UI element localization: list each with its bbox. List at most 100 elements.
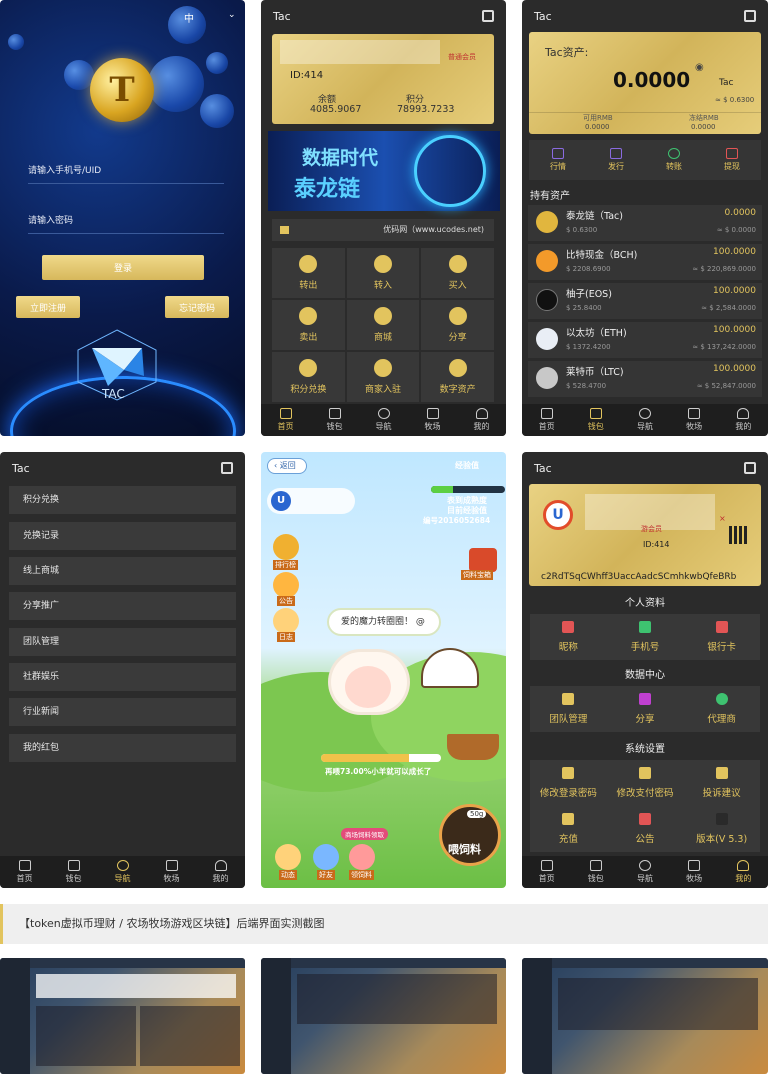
nav-ranch[interactable]: 牧场 [425, 408, 441, 432]
friends-label: 好友 [317, 870, 335, 880]
growth-bar [321, 754, 441, 762]
trophy-icon[interactable] [273, 534, 299, 560]
moments-icon[interactable] [275, 844, 301, 870]
nav-guide[interactable]: 导航 [376, 408, 392, 432]
menu-item[interactable]: 团队管理 [9, 628, 236, 656]
scan-icon[interactable] [482, 10, 494, 22]
language-selector[interactable]: 中 [184, 10, 194, 25]
asset-row[interactable]: 比特现金（BCH) $ 2208.6900 100.0000 ≈ $ 220,869.… [528, 244, 762, 280]
scan-icon[interactable] [744, 10, 756, 22]
scan-icon[interactable] [744, 462, 756, 474]
issue-button[interactable]: 发行 [608, 148, 624, 172]
eye-icon[interactable]: ◉ [695, 62, 704, 73]
asset-name: 莱特币（LTC) [566, 367, 624, 378]
nav-home[interactable]: 首页 [278, 408, 294, 432]
avail-label: 可用RMB [583, 114, 613, 122]
banner-line1: 数据时代 [302, 147, 379, 169]
password-input[interactable]: 请输入密码 [28, 210, 224, 234]
cell-label: 版本(V 5.3) [696, 834, 748, 845]
points-exchange-button[interactable]: 积分兑换 [272, 352, 345, 402]
login-button[interactable]: 登录 [42, 255, 204, 280]
announcement-button[interactable]: 公告 [607, 806, 684, 852]
nav-mine[interactable]: 我的 [735, 860, 751, 884]
share-button[interactable]: 分享 [607, 686, 684, 732]
megaphone-icon[interactable] [273, 572, 299, 598]
nav-wallet[interactable]: 钱包 [588, 408, 604, 432]
asset-row[interactable]: 以太坊（ETH) $ 1372.4200 100.0000 ≈ $ 137,242.0… [528, 322, 762, 358]
shield-icon [562, 767, 575, 779]
admin-list-thumbnail[interactable] [261, 958, 506, 1074]
nav-mine[interactable]: 我的 [474, 408, 490, 432]
change-login-password-button[interactable]: 修改登录密码 [530, 760, 607, 806]
version-button[interactable]: 版本(V 5.3) [683, 806, 760, 852]
nickname-button[interactable]: 昵称 [530, 614, 607, 660]
nav-ranch[interactable]: 牧场 [686, 860, 702, 884]
chain-link-icon [414, 135, 486, 207]
withdraw-button[interactable]: 提现 [724, 148, 740, 172]
trough-icon[interactable] [447, 734, 499, 760]
asset-row[interactable]: 泰龙链（Tac) $ 0.6300 0.0000 ≈ $ 0.0000 [528, 205, 762, 241]
market-button[interactable]: 行情 [550, 148, 566, 172]
nav-mine[interactable]: 我的 [213, 860, 229, 884]
digital-assets-button[interactable]: 数字资产 [421, 352, 494, 402]
get-feed-icon[interactable] [349, 844, 375, 870]
menu-item[interactable]: 我的红包 [9, 734, 236, 762]
wallet-address[interactable]: c2RdTSqCWhff3UaccAadcSCmhkwbQfeBRb [541, 572, 736, 582]
buy-button[interactable]: 买入 [421, 248, 494, 298]
chevron-down-icon[interactable]: ⌄ [228, 10, 236, 20]
nav-ranch[interactable]: 牧场 [164, 860, 180, 884]
back-label: 返回 [279, 461, 296, 470]
agent-button[interactable]: 代理商 [683, 686, 760, 732]
avatar[interactable]: U [543, 500, 573, 530]
menu-item[interactable]: 线上商城 [9, 557, 236, 585]
menu-item[interactable]: 社群娱乐 [9, 663, 236, 691]
change-pay-password-button[interactable]: 修改支付密码 [607, 760, 684, 806]
menu-item[interactable]: 分享推广 [9, 592, 236, 620]
notice-bar[interactable]: 优码网（www.ucodes.net) [272, 219, 494, 241]
menu-item[interactable]: 行业新闻 [9, 698, 236, 726]
forgot-password-button[interactable]: 忘记密码 [165, 296, 229, 318]
transfer-button[interactable]: 转账 [666, 148, 682, 172]
friends-icon[interactable] [313, 844, 339, 870]
qr-code-icon[interactable] [729, 526, 747, 544]
nav-wallet[interactable]: 钱包 [66, 860, 82, 884]
nav-ranch[interactable]: 牧场 [686, 408, 702, 432]
asset-row[interactable]: 柚子(EOS) $ 25.8400 100.0000 ≈ $ 2,584.0000 [528, 283, 762, 319]
share-button[interactable]: 分享 [421, 300, 494, 350]
nav-guide[interactable]: 导航 [637, 408, 653, 432]
phone-button[interactable]: 手机号 [607, 614, 684, 660]
player-badge[interactable]: U [267, 488, 355, 514]
wallet-icon [299, 255, 318, 273]
admin-dashboard-thumbnail[interactable] [0, 958, 245, 1074]
log-icon[interactable] [273, 608, 299, 634]
promo-banner[interactable]: 数据时代 泰龙链 [268, 131, 500, 211]
admin-settings-thumbnail[interactable] [522, 958, 768, 1074]
nav-guide[interactable]: 导航 [115, 860, 131, 884]
admin-header [552, 958, 768, 968]
nav-wallet[interactable]: 钱包 [588, 860, 604, 884]
feedback-button[interactable]: 投诉建议 [683, 760, 760, 806]
mall-button[interactable]: 商城 [346, 300, 420, 350]
back-button[interactable]: ‹ 返回 [267, 458, 307, 474]
bank-card-button[interactable]: 银行卡 [683, 614, 760, 660]
scan-icon[interactable] [221, 462, 233, 474]
nav-guide[interactable]: 导航 [637, 860, 653, 884]
asset-row[interactable]: 莱特币（LTC) $ 528.4700 100.0000 ≈ $ 52,847.000… [528, 361, 762, 397]
phone-input[interactable]: 请输入手机号/UID [28, 160, 224, 184]
treasure-chest-icon[interactable] [469, 548, 497, 572]
menu-item[interactable]: 兑换记录 [9, 522, 236, 550]
register-button[interactable]: 立即注册 [16, 296, 80, 318]
transfer-icon [668, 148, 680, 159]
nav-home[interactable]: 首页 [539, 860, 555, 884]
nav-wallet[interactable]: 钱包 [327, 408, 343, 432]
merchant-join-button[interactable]: 商家入驻 [346, 352, 420, 402]
transfer-out-button[interactable]: 转出 [272, 248, 345, 298]
transfer-in-button[interactable]: 转入 [346, 248, 420, 298]
team-manage-button[interactable]: 团队管理 [530, 686, 607, 732]
nav-mine[interactable]: 我的 [735, 408, 751, 432]
sell-button[interactable]: 卖出 [272, 300, 345, 350]
nav-home[interactable]: 首页 [17, 860, 33, 884]
menu-item[interactable]: 积分兑换 [9, 486, 236, 514]
nav-home[interactable]: 首页 [539, 408, 555, 432]
recharge-button[interactable]: 充值 [530, 806, 607, 852]
